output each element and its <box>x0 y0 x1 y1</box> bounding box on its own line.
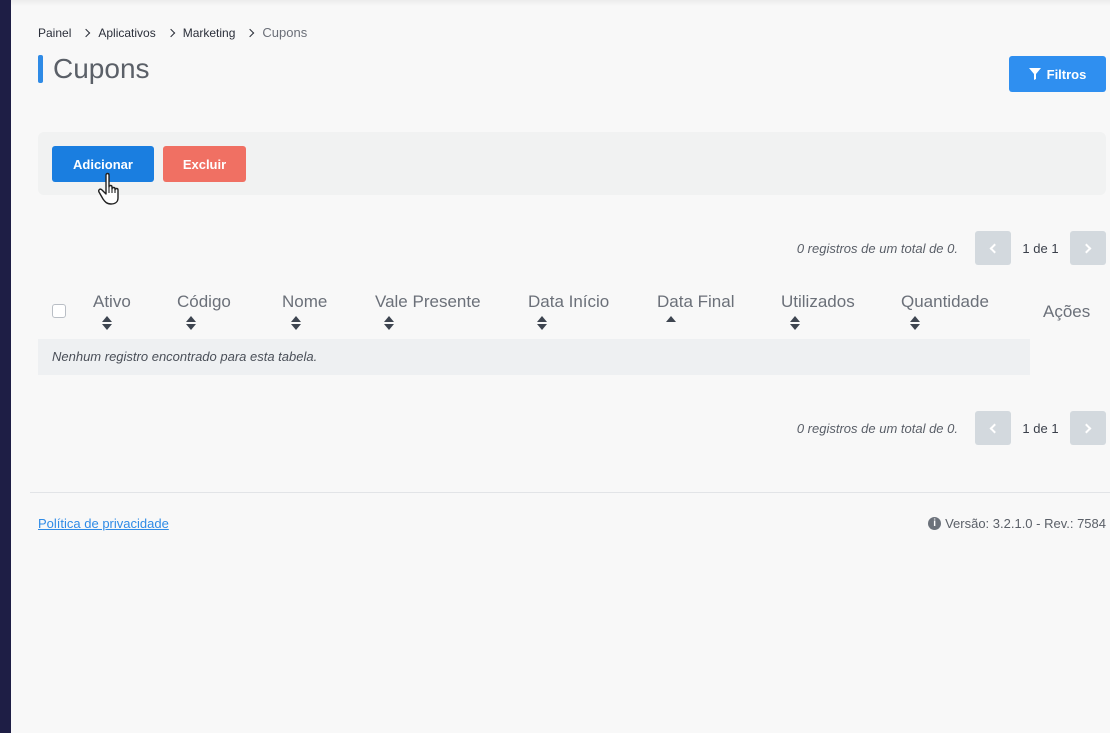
records-summary: 0 registros de um total de 0. <box>796 420 958 436</box>
top-shade <box>11 0 1110 6</box>
column-label: Vale Presente <box>375 292 481 311</box>
column-label: Data Final <box>657 292 735 311</box>
sort-ascending-icon <box>666 316 676 322</box>
column-header-acoes: Ações <box>1043 302 1091 321</box>
page-info: 1 de 1 <box>1022 420 1059 436</box>
page-title: Cupons <box>53 53 150 84</box>
column-header-codigo[interactable]: Código <box>177 292 231 330</box>
footer-divider <box>30 492 1110 493</box>
breadcrumb-item-marketing[interactable]: Marketing <box>183 26 236 40</box>
breadcrumb-item-cupons: Cupons <box>262 25 308 40</box>
previous-page-button[interactable] <box>975 231 1011 265</box>
title-accent-bar <box>38 55 43 83</box>
sort-icon <box>790 316 800 330</box>
chevron-right-icon <box>246 28 255 37</box>
pagination-bottom: 0 registros de um total de 0. 1 de 1 <box>797 411 1106 445</box>
column-header-data-inicio[interactable]: Data Início <box>528 292 609 330</box>
left-sidebar-rail <box>0 0 11 733</box>
next-page-button[interactable] <box>1070 411 1106 445</box>
sort-icon <box>537 316 547 330</box>
breadcrumb-item-aplicativos[interactable]: Aplicativos <box>98 26 155 40</box>
empty-table-message: Nenhum registro encontrado para esta tab… <box>38 339 1030 375</box>
column-label: Nome <box>282 292 328 311</box>
column-label: Quantidade <box>901 292 989 311</box>
column-label: Ativo <box>93 292 131 311</box>
next-page-button[interactable] <box>1070 231 1106 265</box>
sort-icon <box>291 316 301 330</box>
column-label: Data Início <box>528 292 610 311</box>
column-label: Código <box>177 292 231 311</box>
column-header-vale-presente[interactable]: Vale Presente <box>375 292 481 330</box>
column-header-utilizados[interactable]: Utilizados <box>781 292 855 330</box>
delete-button[interactable]: Excluir <box>163 146 246 182</box>
filters-button[interactable]: Filtros <box>1009 56 1106 92</box>
sort-icon <box>910 316 920 330</box>
records-summary: 0 registros de um total de 0. <box>796 240 958 256</box>
version-info: i Versão: 3.2.1.0 - Rev.: 7584 <box>928 516 1106 531</box>
action-panel: Adicionar Excluir <box>38 132 1106 195</box>
pagination-top: 0 registros de um total de 0. 1 de 1 <box>797 231 1106 265</box>
breadcrumb: Painel Aplicativos Marketing Cupons <box>38 25 307 40</box>
table-header: Ativo Código Nome Vale Presente Data Iní… <box>38 290 1110 336</box>
column-header-nome[interactable]: Nome <box>282 292 327 330</box>
sort-icon <box>102 316 112 330</box>
privacy-policy-link[interactable]: Política de privacidade <box>38 516 169 531</box>
column-label: Utilizados <box>781 292 855 311</box>
chevron-left-icon <box>989 423 1000 433</box>
breadcrumb-item-painel[interactable]: Painel <box>38 26 71 40</box>
previous-page-button[interactable] <box>975 411 1011 445</box>
chevron-right-icon <box>82 28 91 37</box>
sort-icon <box>384 316 394 330</box>
column-header-data-final[interactable]: Data Final <box>657 292 734 322</box>
chevron-right-icon <box>1081 243 1092 253</box>
filters-label: Filtros <box>1046 66 1087 82</box>
chevron-right-icon <box>166 28 175 37</box>
chevron-right-icon <box>1081 423 1092 433</box>
filter-icon <box>1028 68 1041 80</box>
column-header-quantidade[interactable]: Quantidade <box>901 292 989 330</box>
sort-icon <box>186 316 196 330</box>
info-icon: i <box>928 517 942 530</box>
page-info: 1 de 1 <box>1022 240 1059 256</box>
chevron-left-icon <box>989 243 1000 253</box>
column-header-ativo[interactable]: Ativo <box>93 292 131 330</box>
select-all-checkbox[interactable] <box>52 304 66 318</box>
version-text: Versão: 3.2.1.0 - Rev.: 7584 <box>945 516 1106 531</box>
page-header: Cupons <box>38 53 150 85</box>
hand-pointer-cursor-icon <box>98 172 119 205</box>
